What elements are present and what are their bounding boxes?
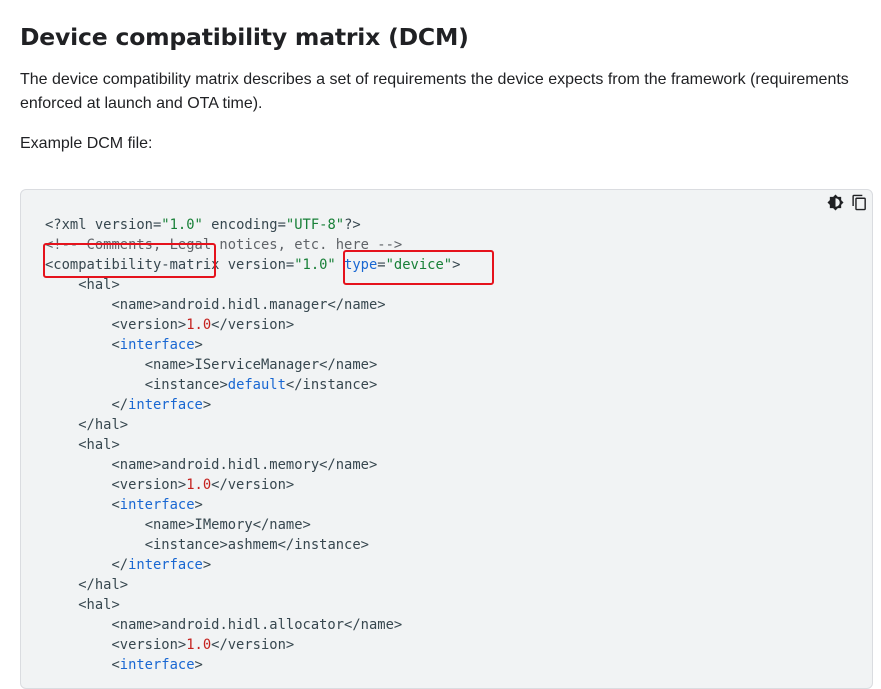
comment-line: <!-- Comments, Legal notices, etc. here … [45, 237, 403, 253]
xml-declaration: <?xml version="1.0" encoding="UTF-8"?> [45, 217, 361, 233]
hal-open: <hal> [78, 597, 120, 613]
hal-close: </hal> [78, 577, 129, 593]
code-block: <?xml version="1.0" encoding="UTF-8"?> <… [20, 189, 873, 689]
hal-open: <hal> [78, 437, 120, 453]
copy-icon[interactable] [850, 193, 868, 211]
brightness-icon[interactable] [826, 193, 844, 211]
code-content: <?xml version="1.0" encoding="UTF-8"?> <… [45, 217, 461, 673]
hal-open: <hal> [78, 277, 120, 293]
page-heading: Device compatibility matrix (DCM) [20, 23, 469, 51]
description-paragraph: The device compatibility matrix describe… [20, 71, 849, 112]
example-label: Example DCM file: [20, 135, 153, 152]
code-toolbar [826, 193, 868, 211]
compatibility-matrix-open-tag: <compatibility-matrix version="1.0" type… [45, 257, 461, 273]
hal-close: </hal> [78, 417, 129, 433]
